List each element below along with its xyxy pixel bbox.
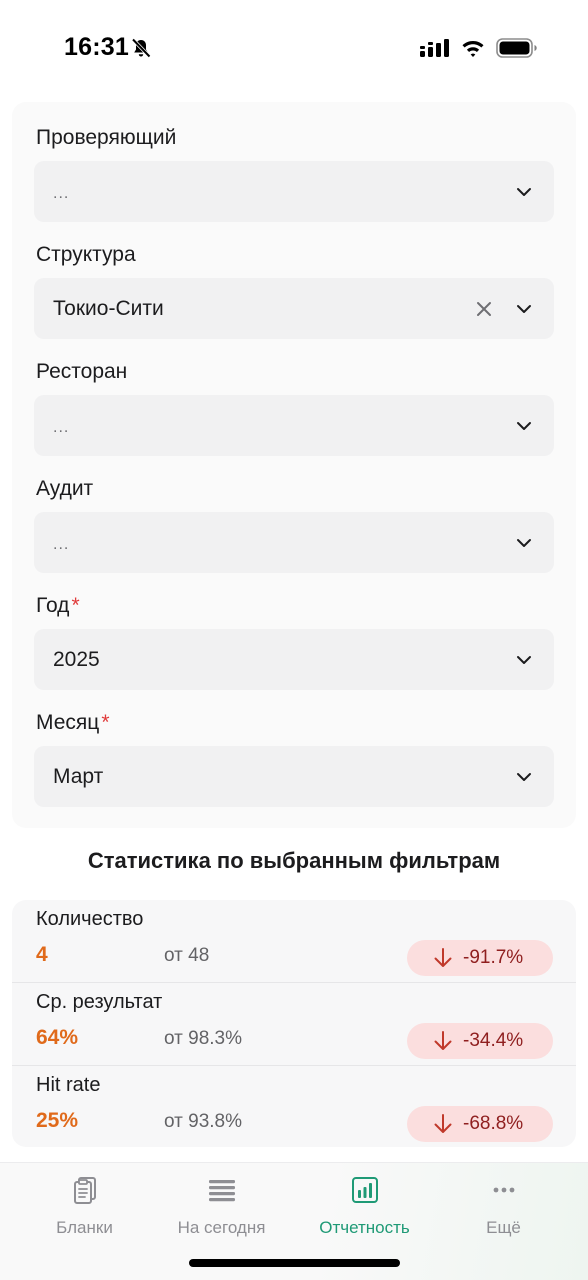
stat-label: Количество [36,908,144,930]
signal-icon [420,39,449,57]
delta-badge: -68.8% [407,1106,553,1142]
field-label-month: Месяц* [36,711,110,734]
select-value: ... [53,535,70,553]
status-time: 16:31 [64,33,129,61]
select-value: Токио-Сити [53,296,164,320]
tab-label: Отчетность [319,1218,410,1237]
stat-base: от 48 [164,945,210,966]
battery-icon [496,38,537,58]
month-select[interactable]: Март [34,746,554,807]
field-label-restaurant: Ресторан [36,360,128,383]
delta-badge: -91.7% [407,940,553,976]
chevron-down-icon [517,187,531,196]
stat-row-avg-result: Ср. результат 64% от 98.3% -34.4% [12,982,576,1064]
select-value: 2025 [53,647,100,671]
required-mark: * [101,711,110,734]
chevron-down-icon [517,538,531,547]
audit-select[interactable]: ... [34,512,554,573]
stat-row-hit-rate: Hit rate 25% от 93.8% -68.8% [12,1065,576,1147]
status-bar: 16:31 [0,0,588,96]
stat-value: 64% [36,1026,79,1049]
filters-card: Проверяющий ... Структура Токио-Сити Рес… [12,102,576,828]
structure-select[interactable]: Токио-Сити [34,278,554,339]
clipboard-icon [73,1177,96,1204]
field-label-structure: Структура [36,243,136,266]
year-select[interactable]: 2025 [34,629,554,690]
wifi-icon [462,41,484,57]
tab-label: Бланки [56,1218,113,1237]
stat-base: от 93.8% [164,1111,243,1132]
bar-chart-icon [351,1177,378,1203]
stats-card: Количество 4 от 48 -91.7% Ср. результат … [12,900,576,1147]
stat-label: Ср. результат [36,991,163,1013]
tab-today[interactable]: На сегодня [148,1171,295,1241]
required-mark: * [71,594,80,617]
delta-text: -68.8% [463,1113,524,1134]
field-label-year: Год* [36,594,80,617]
close-icon[interactable] [476,301,492,317]
field-label-inspector: Проверяющий [36,126,177,149]
field-label-audit: Аудит [36,477,94,500]
tab-more[interactable]: Ещё [430,1171,577,1241]
tab-label: Ещё [486,1218,521,1237]
chevron-down-icon [517,772,531,781]
chevron-down-icon [517,304,531,313]
list-icon [208,1180,235,1202]
arrow-down-icon [434,1031,452,1050]
stat-value: 25% [36,1109,79,1132]
delta-text: -91.7% [463,947,524,968]
select-value: Март [53,764,104,788]
home-indicator[interactable] [189,1259,400,1267]
stat-row-count: Количество 4 от 48 -91.7% [12,900,576,982]
bell-muted-icon [131,38,151,58]
inspector-select[interactable]: ... [34,161,554,222]
more-icon [493,1187,514,1193]
tab-reports[interactable]: Отчетность [291,1171,438,1241]
stat-base: от 98.3% [164,1028,243,1049]
chevron-down-icon [517,655,531,664]
select-value: ... [53,418,70,436]
delta-text: -34.4% [463,1030,524,1051]
tab-forms[interactable]: Бланки [11,1171,158,1241]
restaurant-select[interactable]: ... [34,395,554,456]
select-value: ... [53,184,70,202]
arrow-down-icon [434,1114,452,1133]
stats-title: Статистика по выбранным фильтрам [87,848,501,873]
stat-label: Hit rate [36,1074,101,1096]
delta-badge: -34.4% [407,1023,553,1059]
chevron-down-icon [517,421,531,430]
stat-value: 4 [36,943,48,966]
arrow-down-icon [434,948,452,967]
tab-label: На сегодня [177,1218,266,1237]
